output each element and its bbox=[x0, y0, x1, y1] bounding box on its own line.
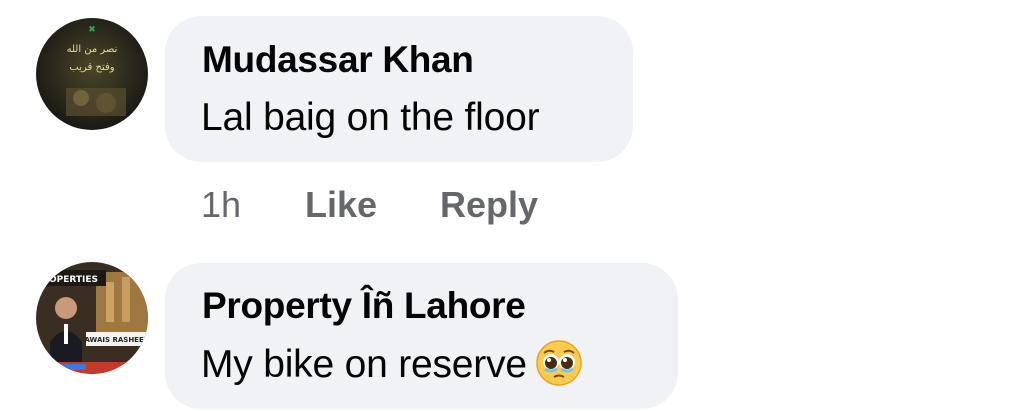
pleading-face-icon bbox=[535, 339, 583, 387]
comment-text: My bike on reserve bbox=[201, 339, 583, 388]
comment-timestamp: 1h bbox=[201, 184, 242, 225]
comment-item: ROPERTIES AWAIS RASHEED Property Îñ Laho… bbox=[0, 250, 1024, 411]
comment-author[interactable]: Property Îñ Lahore bbox=[202, 284, 526, 328]
comment-item: ✖ نصر من الله وفتح قريب Mudassar Khan La… bbox=[0, 0, 1024, 250]
comment-text: Lal baig on the floor bbox=[201, 96, 540, 139]
comment-text-content: My bike on reserve bbox=[201, 343, 527, 386]
comment-actions: 1h Like Reply bbox=[201, 183, 601, 227]
comment-author[interactable]: Mudassar Khan bbox=[202, 38, 474, 82]
avatar-caption-2: وفتح قريب bbox=[69, 62, 114, 73]
avatar-caption-1: ROPERTIES bbox=[42, 275, 98, 285]
svg-text:✖: ✖ bbox=[88, 25, 96, 35]
avatar[interactable]: ROPERTIES AWAIS RASHEED bbox=[36, 262, 148, 374]
avatar-caption-1: نصر من الله bbox=[67, 44, 118, 55]
avatar[interactable]: ✖ نصر من الله وفتح قريب bbox=[36, 18, 148, 130]
like-button[interactable]: Like bbox=[305, 183, 377, 227]
reply-button[interactable]: Reply bbox=[440, 183, 538, 227]
avatar-caption-2: AWAIS RASHEED bbox=[84, 336, 148, 344]
